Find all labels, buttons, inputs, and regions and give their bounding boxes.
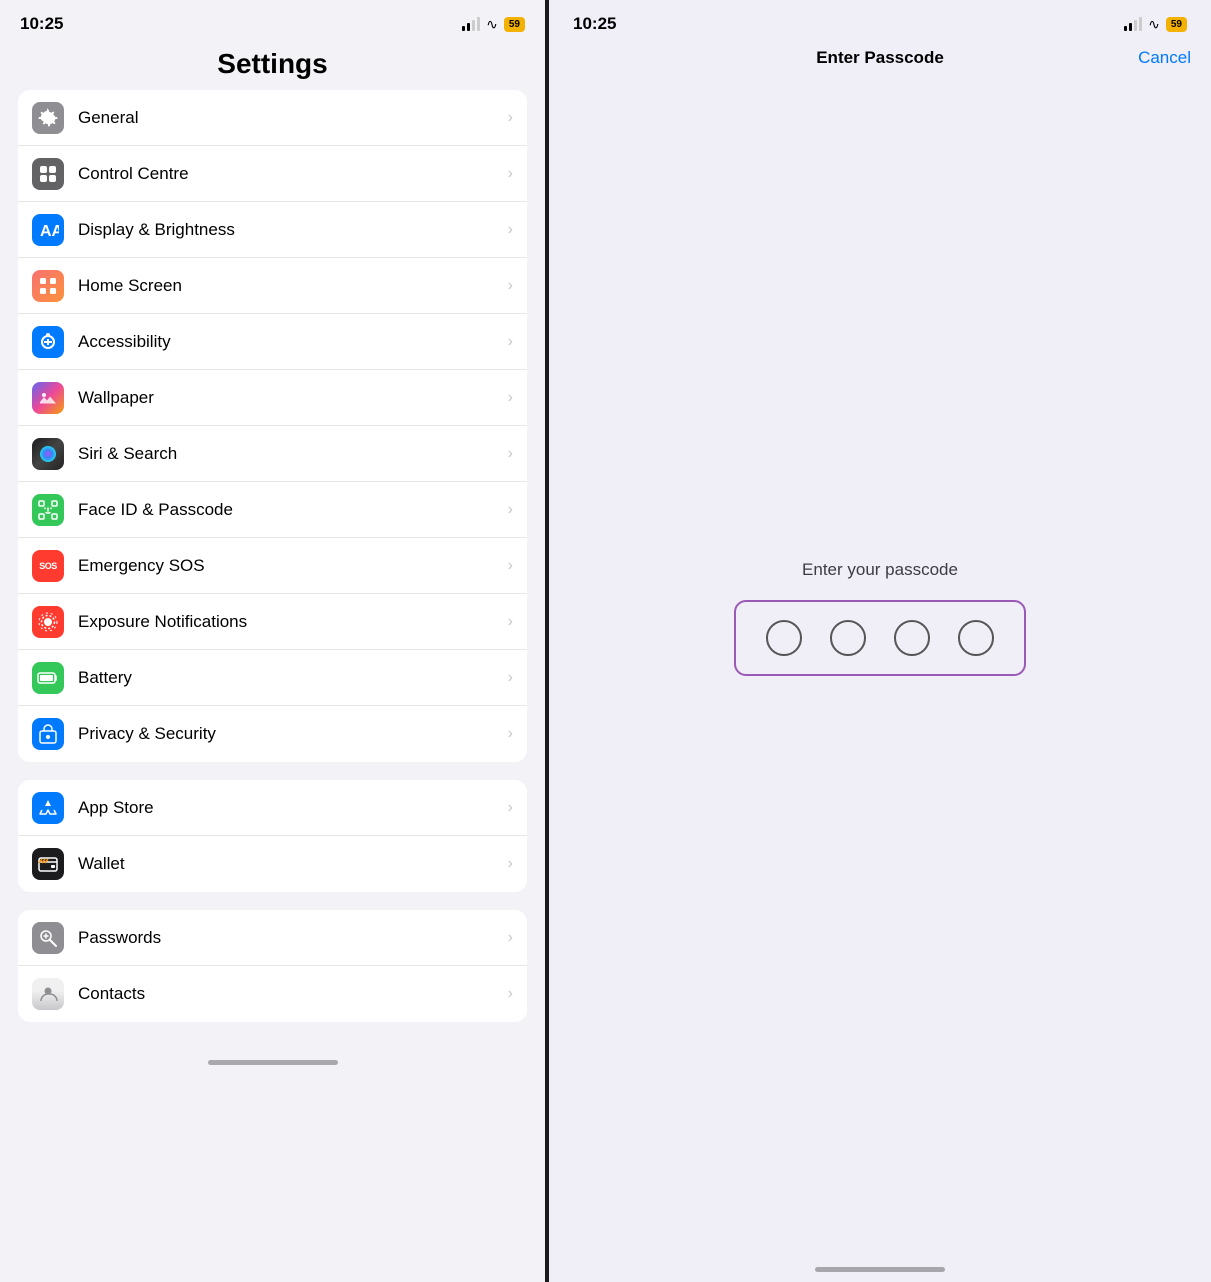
settings-item-face-id-passcode[interactable]: Face ID & Passcode › xyxy=(18,482,527,538)
settings-item-general[interactable]: General › xyxy=(18,90,527,146)
home-screen-label: Home Screen xyxy=(78,276,508,296)
exposure-notifications-label: Exposure Notifications xyxy=(78,612,508,632)
wallet-icon xyxy=(32,848,64,880)
wallpaper-icon xyxy=(32,382,64,414)
passcode-area: Enter your passcode xyxy=(549,88,1211,1267)
svg-text:AA: AA xyxy=(40,223,59,240)
settings-item-battery[interactable]: Battery › xyxy=(18,650,527,706)
settings-item-display-brightness[interactable]: AA Display & Brightness › xyxy=(18,202,527,258)
settings-item-wallpaper[interactable]: Wallpaper › xyxy=(18,370,527,426)
passcode-circle-2 xyxy=(830,620,866,656)
settings-item-home-screen[interactable]: Home Screen › xyxy=(18,258,527,314)
emergency-sos-label: Emergency SOS xyxy=(78,556,508,576)
wifi-icon: ∿ xyxy=(486,16,498,33)
right-header: Enter Passcode Cancel xyxy=(549,44,1211,88)
general-label: General xyxy=(78,108,508,128)
settings-item-app-store[interactable]: App Store › xyxy=(18,780,527,836)
contacts-label: Contacts xyxy=(78,984,508,1004)
accessibility-icon xyxy=(32,326,64,358)
contacts-chevron: › xyxy=(508,985,513,1003)
accessibility-label: Accessibility xyxy=(78,332,508,352)
contacts-icon xyxy=(32,978,64,1010)
bottom-spacer xyxy=(18,1040,527,1060)
passcode-circle-3 xyxy=(894,620,930,656)
right-wifi-icon: ∿ xyxy=(1148,16,1160,33)
siri-search-icon xyxy=(32,438,64,470)
right-status-bar: 10:25 ∿ 59 xyxy=(549,0,1211,44)
general-chevron: › xyxy=(508,109,513,127)
wallet-label: Wallet xyxy=(78,854,508,874)
left-time: 10:25 xyxy=(20,14,63,34)
exposure-notifications-chevron: › xyxy=(508,613,513,631)
passwords-label: Passwords xyxy=(78,928,508,948)
passwords-chevron: › xyxy=(508,929,513,947)
right-page-title: Enter Passcode xyxy=(816,48,944,68)
exposure-notifications-icon xyxy=(32,606,64,638)
cancel-button[interactable]: Cancel xyxy=(1138,48,1191,68)
app-store-icon xyxy=(32,792,64,824)
settings-item-wallet[interactable]: Wallet › xyxy=(18,836,527,892)
settings-item-siri-search[interactable]: Siri & Search › xyxy=(18,426,527,482)
display-brightness-chevron: › xyxy=(508,221,513,239)
app-store-chevron: › xyxy=(508,799,513,817)
display-brightness-icon: AA xyxy=(32,214,64,246)
left-panel: 10:25 ∿ 59 Settings xyxy=(0,0,545,1282)
accessibility-chevron: › xyxy=(508,333,513,351)
settings-item-emergency-sos[interactable]: SOS Emergency SOS › xyxy=(18,538,527,594)
settings-group-2: App Store › Wallet › xyxy=(18,780,527,892)
battery-chevron: › xyxy=(508,669,513,687)
right-signal-icon xyxy=(1124,17,1142,31)
passwords-icon xyxy=(32,922,64,954)
battery-icon xyxy=(32,662,64,694)
battery-label: Battery xyxy=(78,668,508,688)
face-id-passcode-label: Face ID & Passcode xyxy=(78,500,508,520)
page-title-bar: Settings xyxy=(0,44,545,90)
passcode-circle-4 xyxy=(958,620,994,656)
face-id-icon xyxy=(32,494,64,526)
passcode-prompt: Enter your passcode xyxy=(802,560,958,580)
passcode-input-box[interactable] xyxy=(734,600,1026,676)
settings-title: Settings xyxy=(20,48,525,80)
signal-icon xyxy=(462,17,480,31)
app-store-label: App Store xyxy=(78,798,508,818)
settings-item-control-centre[interactable]: Control Centre › xyxy=(18,146,527,202)
settings-group-3: Passwords › Contacts › xyxy=(18,910,527,1022)
privacy-security-chevron: › xyxy=(508,725,513,743)
wallpaper-label: Wallpaper xyxy=(78,388,508,408)
siri-search-label: Siri & Search xyxy=(78,444,508,464)
left-status-icons: ∿ 59 xyxy=(462,16,525,33)
right-panel: 10:25 ∿ 59 Enter Passcode Cancel Enter y… xyxy=(549,0,1211,1282)
settings-item-accessibility[interactable]: Accessibility › xyxy=(18,314,527,370)
general-icon xyxy=(32,102,64,134)
display-brightness-label: Display & Brightness xyxy=(78,220,508,240)
privacy-security-icon xyxy=(32,718,64,750)
wallet-chevron: › xyxy=(508,855,513,873)
face-id-arrow-annotation xyxy=(517,480,527,530)
right-time: 10:25 xyxy=(573,14,616,34)
settings-item-privacy-security[interactable]: Privacy & Security › xyxy=(18,706,527,762)
left-status-bar: 10:25 ∿ 59 xyxy=(0,0,545,44)
settings-group-1: General › Control Centre › xyxy=(18,90,527,762)
home-screen-chevron: › xyxy=(508,277,513,295)
settings-item-exposure-notifications[interactable]: Exposure Notifications › xyxy=(18,594,527,650)
control-centre-icon xyxy=(32,158,64,190)
right-battery: 59 xyxy=(1166,17,1187,32)
settings-item-passwords[interactable]: Passwords › xyxy=(18,910,527,966)
left-battery: 59 xyxy=(504,17,525,32)
settings-list: General › Control Centre › xyxy=(0,90,545,1282)
control-centre-label: Control Centre xyxy=(78,164,508,184)
left-home-indicator xyxy=(208,1060,338,1065)
passcode-circle-1 xyxy=(766,620,802,656)
home-screen-icon xyxy=(32,270,64,302)
privacy-security-label: Privacy & Security xyxy=(78,724,508,744)
settings-item-contacts[interactable]: Contacts › xyxy=(18,966,527,1022)
right-home-indicator xyxy=(815,1267,945,1272)
face-id-passcode-chevron: › xyxy=(508,501,513,519)
siri-search-chevron: › xyxy=(508,445,513,463)
emergency-sos-icon: SOS xyxy=(32,550,64,582)
control-centre-chevron: › xyxy=(508,165,513,183)
right-status-icons: ∿ 59 xyxy=(1124,16,1187,33)
emergency-sos-chevron: › xyxy=(508,557,513,575)
wallpaper-chevron: › xyxy=(508,389,513,407)
